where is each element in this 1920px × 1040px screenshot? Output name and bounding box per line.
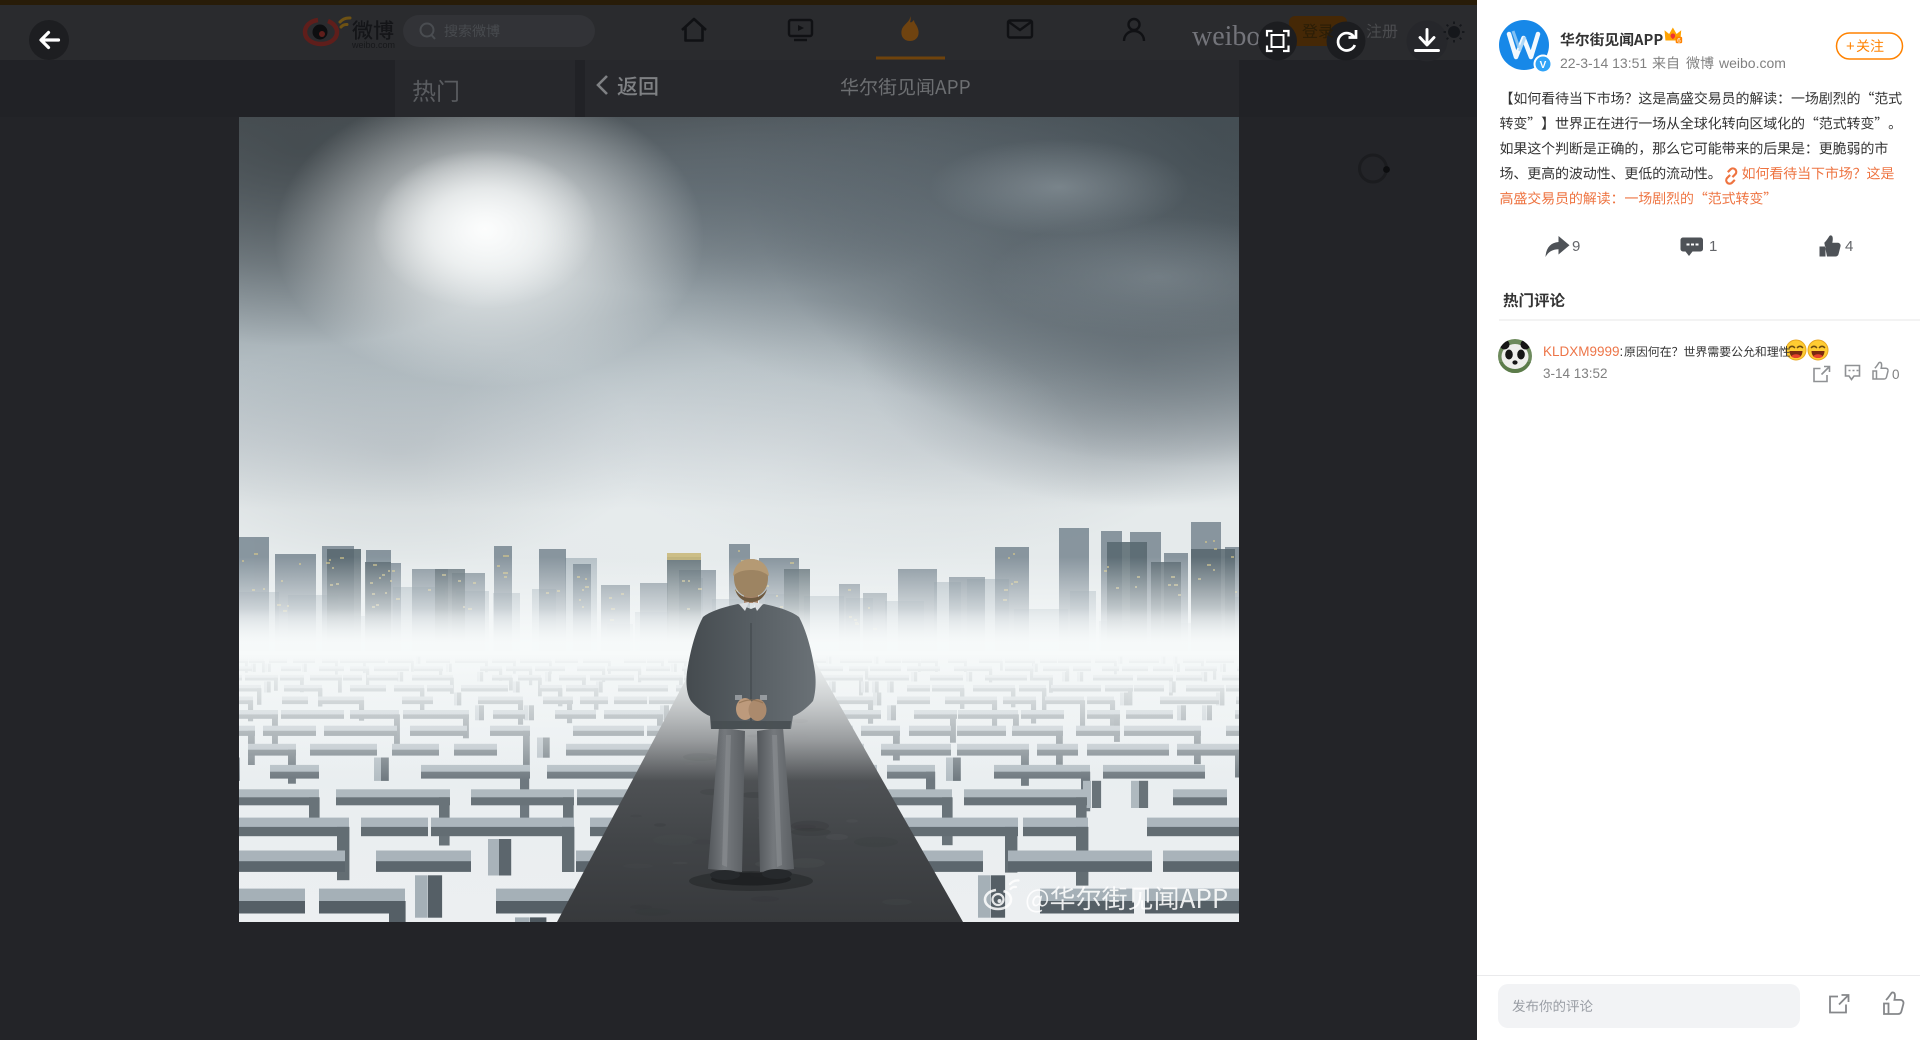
svg-text:9: 9 [1572, 238, 1580, 255]
svg-text::: : [1620, 344, 1624, 359]
svg-text:1: 1 [1709, 238, 1717, 255]
svg-text:KLDXM9999: KLDXM9999 [1543, 344, 1620, 359]
svg-text:3-14 13:52: 3-14 13:52 [1543, 366, 1608, 381]
svg-text:0: 0 [1892, 367, 1900, 382]
svg-text:weibo: weibo [1192, 21, 1260, 52]
svg-text:4: 4 [1845, 238, 1853, 255]
svg-text:weibo.com: weibo.com [1718, 55, 1786, 71]
svg-text:6: 6 [1677, 37, 1681, 44]
svg-text:weibo.com: weibo.com [351, 40, 395, 50]
svg-text:22-3-14 13:51: 22-3-14 13:51 [1560, 55, 1647, 71]
svg-text:+: + [1846, 38, 1855, 55]
svg-text:V: V [1540, 60, 1547, 71]
